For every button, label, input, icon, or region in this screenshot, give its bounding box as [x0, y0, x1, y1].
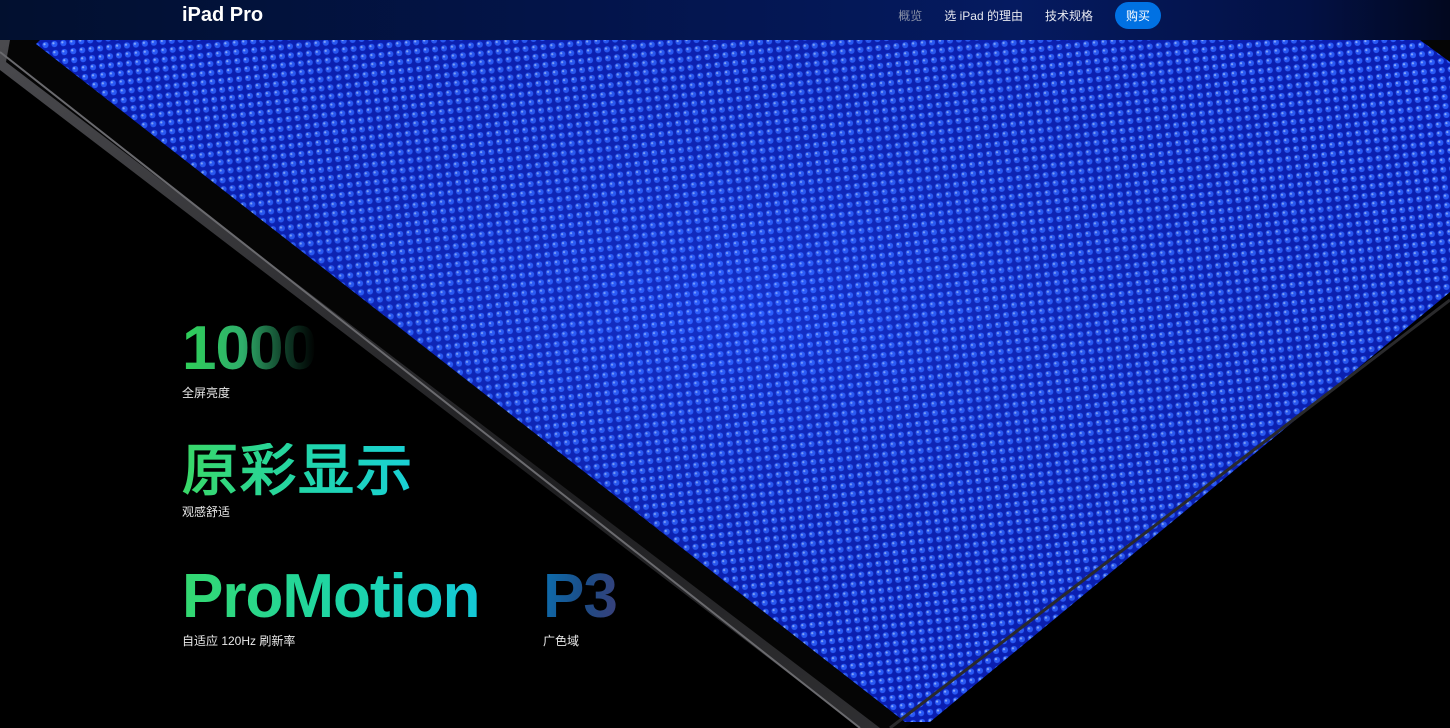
feature-p3: P3 广色域 — [543, 562, 618, 649]
buy-button[interactable]: 购买 — [1114, 1, 1161, 29]
promotion-caption: 自适应 120Hz 刷新率 — [182, 634, 296, 648]
feature-brightness: 1000 全屏亮度 — [182, 314, 317, 401]
product-title[interactable]: iPad Pro — [182, 3, 263, 27]
nav-link-why-ipad[interactable]: 选 iPad 的理由 — [944, 7, 1023, 24]
top-nav: iPad Pro 概览 选 iPad 的理由 技术规格 购买 — [0, 0, 1450, 40]
nav-link-overview[interactable]: 概览 — [898, 7, 922, 24]
true-tone-title: 原彩显示 — [182, 439, 414, 502]
page: iPad Pro 概览 选 iPad 的理由 技术规格 购买 1000 全屏亮度… — [0, 0, 1450, 728]
nav-link-tech-specs[interactable]: 技术规格 — [1045, 7, 1093, 24]
p3-title: P3 — [543, 562, 618, 631]
true-tone-caption: 观感舒适 — [182, 505, 231, 519]
brightness-value: 1000 — [182, 314, 317, 383]
feature-promotion: ProMotion 自适应 120Hz 刷新率 — [182, 566, 480, 649]
promotion-title: ProMotion — [182, 562, 480, 631]
feature-true-tone: 原彩显示 观感舒适 — [182, 443, 414, 520]
nav-links: 概览 选 iPad 的理由 技术规格 购买 — [898, 1, 1161, 29]
brightness-caption: 全屏亮度 — [182, 386, 231, 400]
p3-caption: 广色域 — [543, 634, 580, 648]
